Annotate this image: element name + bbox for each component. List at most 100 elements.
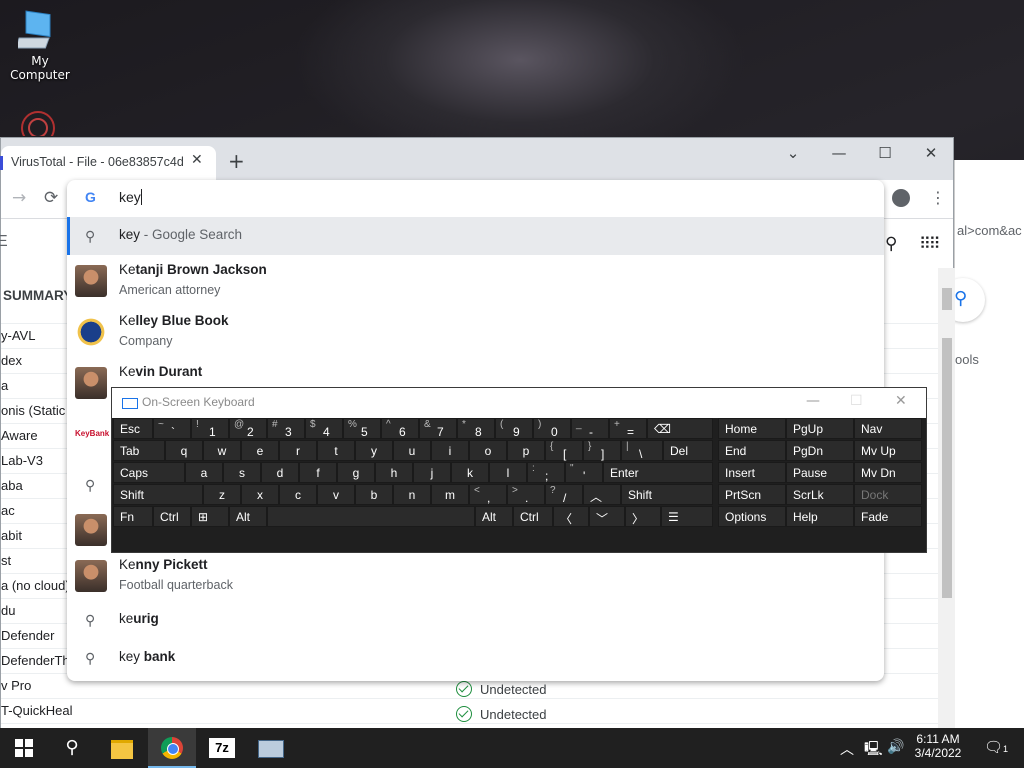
osk-key[interactable]: n (393, 484, 431, 505)
osk-maximize-button[interactable]: ☐ (850, 393, 863, 409)
entity-suggestion[interactable]: Kenny Pickett Football quarterback (67, 550, 884, 601)
volume-icon[interactable]: 🔊 (887, 738, 904, 755)
search-suggestion[interactable]: ⚲ key - Google Search (67, 217, 884, 255)
osk-key[interactable]: ⊞ (191, 506, 229, 527)
osk-key[interactable]: f (299, 462, 337, 483)
osk-key[interactable]: s (223, 462, 261, 483)
osk-key[interactable]: Fn (113, 506, 153, 527)
tab-search-button[interactable]: ⌄ (778, 144, 808, 162)
osk-key[interactable]: e (241, 440, 279, 461)
page-scrollbar[interactable] (938, 268, 955, 738)
osk-key[interactable]: Shift (113, 484, 203, 505)
new-tab-button[interactable]: + (228, 149, 245, 173)
osk-key[interactable]: z (203, 484, 241, 505)
notification-center-icon[interactable]: 🗨1 (984, 738, 1008, 756)
osk-key[interactable]: % 5 (343, 418, 381, 439)
osk-key[interactable]: m (431, 484, 469, 505)
osk-key[interactable]: h (375, 462, 413, 483)
osk-key[interactable]: w (203, 440, 241, 461)
osk-key[interactable]: Del (663, 440, 713, 461)
osk-key[interactable]: b (355, 484, 393, 505)
osk-key[interactable]: x (241, 484, 279, 505)
osk-key[interactable]: j (413, 462, 451, 483)
osk-nav-key[interactable]: Insert (718, 462, 786, 483)
osk-key[interactable]: 〉 (625, 506, 661, 527)
osk-key[interactable]: Caps (113, 462, 185, 483)
osk-key[interactable]: ^ 6 (381, 418, 419, 439)
omnibox-input[interactable]: key (119, 189, 142, 205)
tab-close-icon[interactable]: ✕ (191, 152, 203, 168)
osk-key[interactable]: t (317, 440, 355, 461)
osk-key[interactable]: y (355, 440, 393, 461)
search-suggestion[interactable]: ⚲ keurig (67, 601, 884, 639)
clock[interactable]: 6:11 AM 3/4/2022 (912, 732, 964, 760)
osk-nav-key[interactable]: Mv Up (854, 440, 922, 461)
omnibox-input-row[interactable]: G key (67, 180, 884, 216)
osk-nav-key[interactable]: Mv Dn (854, 462, 922, 483)
osk-nav-key[interactable]: Pause (786, 462, 854, 483)
osk-key[interactable]: Esc (113, 418, 153, 439)
chrome-taskbar-icon[interactable] (148, 728, 196, 768)
osk-key[interactable]: o (469, 440, 507, 461)
osk-key[interactable]: i (431, 440, 469, 461)
background-browser-window[interactable]: al>com&ac ⚲ ools (941, 160, 1024, 737)
osk-nav-key[interactable]: End (718, 440, 786, 461)
osk-key[interactable]: 〈 (553, 506, 589, 527)
file-explorer-icon[interactable] (98, 728, 146, 768)
app-desktop-icon[interactable] (18, 106, 58, 145)
osk-key[interactable]: ! 1 (191, 418, 229, 439)
summary-tab[interactable]: SUMMARY (3, 288, 72, 303)
osk-key[interactable]: Ctrl (153, 506, 191, 527)
osk-key[interactable]: :; (527, 462, 565, 483)
osk-key[interactable]: ~ ` (153, 418, 191, 439)
page-search-icon[interactable]: ⚲ (885, 234, 897, 254)
forward-icon[interactable]: → (12, 188, 26, 208)
osk-nav-key[interactable]: Nav (854, 418, 922, 439)
osk-key[interactable]: Enter (603, 462, 713, 483)
osk-key[interactable]: Alt (229, 506, 267, 527)
my-computer-desktop-icon[interactable]: My Computer (0, 8, 80, 82)
osk-key[interactable]: v (317, 484, 355, 505)
osk-key[interactable]: Shift (621, 484, 713, 505)
osk-key[interactable]: $4 (305, 418, 343, 439)
close-window-button[interactable]: ✕ (916, 144, 946, 162)
osk-key[interactable]: Alt (475, 506, 513, 527)
osk-nav-key[interactable]: Options (718, 506, 786, 527)
osk-key[interactable]: u (393, 440, 431, 461)
osk-key[interactable]: k (451, 462, 489, 483)
osk-key[interactable] (267, 506, 475, 527)
osk-key[interactable]: ︿ (583, 484, 621, 505)
osk-key[interactable]: ) 0 (533, 418, 571, 439)
osk-key[interactable]: Tab (113, 440, 165, 461)
osk-nav-key[interactable]: PgUp (786, 418, 854, 439)
osk-key[interactable]: r (279, 440, 317, 461)
osk-key[interactable]: }] (583, 440, 621, 461)
osk-key[interactable]: + = (609, 418, 647, 439)
osk-key[interactable]: (9 (495, 418, 533, 439)
on-screen-keyboard-window[interactable]: On-Screen Keyboard — ☐ ✕ Esc ~ `! 1 @2 #3 $4% 5… (111, 387, 927, 553)
entity-suggestion[interactable]: Kelley Blue Book Company (67, 306, 884, 357)
osk-key[interactable]: Ctrl (513, 506, 553, 527)
osk-key[interactable]: | \ (621, 440, 663, 461)
osk-key[interactable]: {[ (545, 440, 583, 461)
entity-suggestion[interactable]: Ketanji Brown Jackson American attorney (67, 255, 884, 306)
maximize-button[interactable]: ☐ (870, 144, 900, 162)
osk-key[interactable]: " ' (565, 462, 603, 483)
scrollbar-thumb-top[interactable] (942, 288, 952, 310)
osk-key[interactable]: @2 (229, 418, 267, 439)
osk-key[interactable]: g (337, 462, 375, 483)
osk-nav-key[interactable]: Fade (854, 506, 922, 527)
minimize-button[interactable]: — (824, 144, 854, 162)
osk-key[interactable]: & 7 (419, 418, 457, 439)
osk-nav-key[interactable]: Help (786, 506, 854, 527)
osk-key[interactable]: q (165, 440, 203, 461)
osk-key[interactable]: c (279, 484, 317, 505)
osk-key[interactable]: d (261, 462, 299, 483)
search-taskbar-icon[interactable]: ⚲ (48, 728, 96, 768)
osk-key[interactable]: ⌫ (647, 418, 713, 439)
menu-dots-icon[interactable]: ⋮ (930, 188, 946, 207)
osk-key[interactable]: p (507, 440, 545, 461)
osk-close-button[interactable]: ✕ (895, 393, 907, 409)
reload-icon[interactable]: ⟳ (44, 188, 58, 208)
osk-key[interactable]: <, (469, 484, 507, 505)
